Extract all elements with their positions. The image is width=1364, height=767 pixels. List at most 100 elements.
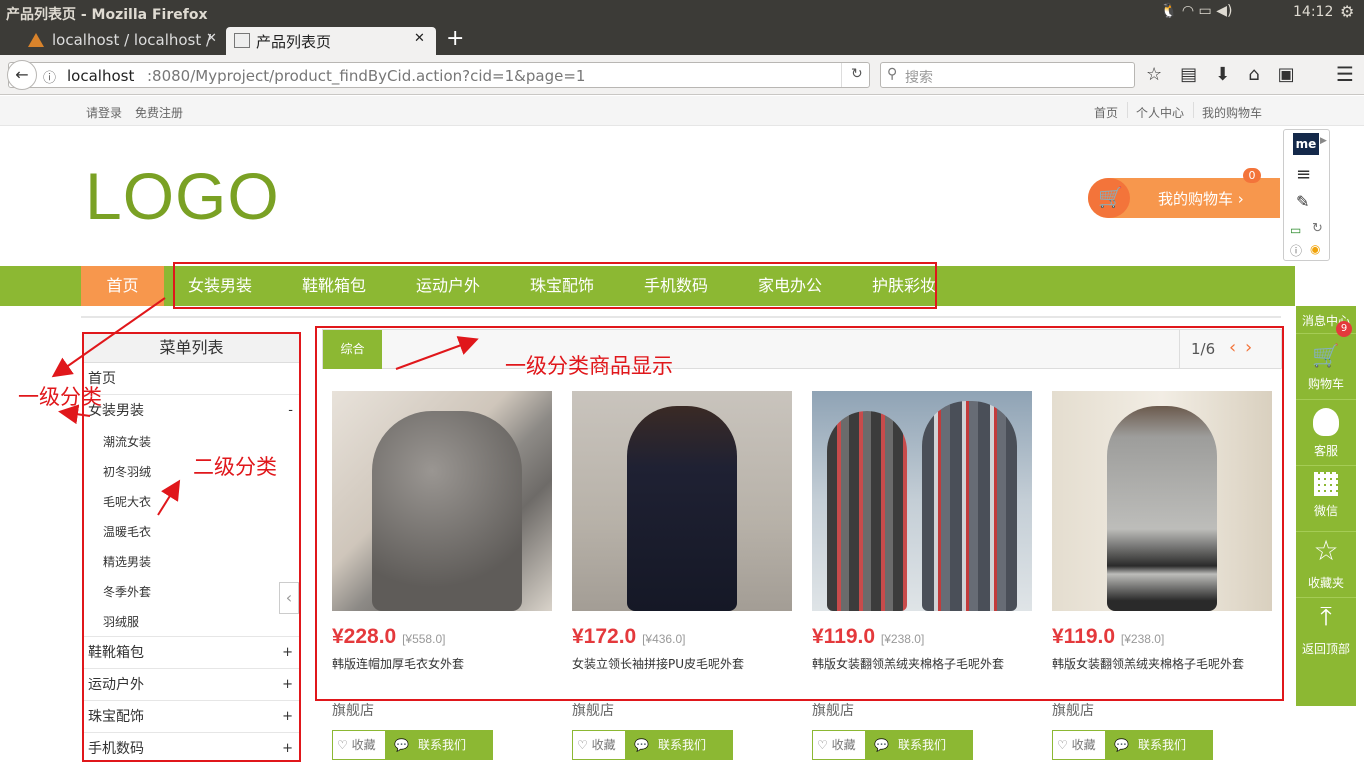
cast-icon[interactable]: ▭ <box>1290 223 1301 237</box>
button-label: 联系我们 <box>658 738 707 752</box>
qr-code-icon <box>1314 472 1338 496</box>
sidebar-service[interactable]: 客服 <box>1296 400 1356 466</box>
button-label: 联系我们 <box>418 738 467 752</box>
annotation-box-menu <box>82 332 301 762</box>
contact-button[interactable]: 💬 联系我们 <box>1106 730 1213 760</box>
window-title: 产品列表页 - Mozilla Firefox <box>6 7 208 23</box>
product-actions: ♡ 收藏 💬 联系我们 <box>332 730 552 760</box>
button-label: 收藏 <box>351 738 376 752</box>
shop-name: 旗舰店 <box>812 703 854 719</box>
refresh-icon[interactable]: ↻ <box>1312 221 1323 236</box>
login-link[interactable]: 请登录 <box>86 104 122 121</box>
tray-icons[interactable]: 🐧 ◠ ▭ ◀) <box>1160 3 1232 19</box>
new-tab-icon[interactable]: + <box>446 26 464 51</box>
button-label: 收藏 <box>1071 738 1096 752</box>
search-icon: ⚲ <box>887 66 898 82</box>
shop-name: 旗舰店 <box>332 703 374 719</box>
user-center-link[interactable]: 个人中心 <box>1136 104 1184 121</box>
chat-icon: 💬 <box>1114 738 1129 752</box>
button-label: 收藏 <box>831 738 856 752</box>
favorite-button[interactable]: ♡ 收藏 <box>332 730 386 760</box>
favorite-button[interactable]: ♡ 收藏 <box>1052 730 1106 760</box>
url-path: :8080/Myproject/product_findByCid.action… <box>147 67 586 85</box>
search-placeholder: 搜索 <box>905 70 933 86</box>
arrow-up-icon: ⤒ <box>1320 602 1332 632</box>
chat-icon: 💬 <box>634 738 649 752</box>
qq-icon <box>1313 408 1339 436</box>
gear-icon[interactable]: ⚙ <box>1340 2 1354 21</box>
register-link[interactable]: 免费注册 <box>135 104 183 121</box>
tab-label: localhost / localhost / <box>52 31 212 49</box>
sidebar-favorites[interactable]: ☆ 收藏夹 <box>1296 532 1356 598</box>
tab-label: 产品列表页 <box>256 33 332 51</box>
product-actions: ♡ 收藏 💬 联系我们 <box>572 730 792 760</box>
floating-sidebar: 消息中心 🛒 9 购物车 客服 微信 ☆ 收藏夹 ⤒ 返回顶部 <box>1296 306 1356 706</box>
annotation-box-products <box>315 326 1284 701</box>
cart-icon: 🛒 <box>1088 178 1130 218</box>
cart-count-badge: 0 <box>1243 168 1261 183</box>
divider <box>841 63 842 87</box>
cart-icon: 🛒 <box>1312 344 1340 369</box>
cart-count-badge: 9 <box>1336 321 1352 337</box>
cart-label: 我的购物车 › <box>1158 190 1244 208</box>
shop-name: 旗舰店 <box>572 703 614 719</box>
chat-icon: 💬 <box>394 738 409 752</box>
chat-icon: 💬 <box>874 738 889 752</box>
menu-icon[interactable]: ☰ <box>1336 62 1354 86</box>
divider <box>81 316 1281 318</box>
close-icon[interactable]: ✕ <box>414 31 425 46</box>
nav-home[interactable]: 首页 <box>81 266 164 306</box>
contact-button[interactable]: 💬 联系我们 <box>866 730 973 760</box>
annotation-secondary-category: 二级分类 <box>193 455 277 479</box>
phpmyadmin-icon <box>28 33 44 47</box>
home-link[interactable]: 首页 <box>1094 104 1118 121</box>
alert-icon[interactable]: ⓘ <box>1290 242 1302 259</box>
info-icon[interactable]: ⓘ <box>43 67 56 86</box>
divider <box>1193 102 1194 118</box>
eye-icon[interactable]: ◉ <box>1310 242 1320 256</box>
site-top-bar: 请登录 免费注册 首页 个人中心 我的购物车 <box>0 96 1364 126</box>
site-logo[interactable]: LOGO <box>85 158 280 234</box>
annotation-box-primary-nav <box>173 262 937 309</box>
sidebar-label: 客服 <box>1313 444 1338 458</box>
me-extension-icon[interactable]: me <box>1293 133 1319 155</box>
cart-button[interactable]: 🛒 我的购物车 › 0 <box>1088 168 1280 218</box>
search-input[interactable]: ⚲ 搜索 <box>880 62 1135 88</box>
hamburger-icon[interactable]: ≡ <box>1296 164 1311 185</box>
toolbar-icons[interactable]: ☆▤⬇⌂▣ <box>1146 64 1313 85</box>
button-label: 联系我们 <box>898 738 947 752</box>
contact-button[interactable]: 💬 联系我们 <box>386 730 493 760</box>
sidebar-label: 返回顶部 <box>1301 642 1350 656</box>
sidebar-label: 微信 <box>1313 504 1338 518</box>
divider <box>1127 102 1128 118</box>
sidebar-cart[interactable]: 🛒 9 购物车 <box>1296 321 1356 400</box>
star-icon: ☆ <box>1313 534 1339 567</box>
reload-icon[interactable]: ↻ <box>851 66 863 82</box>
url-host: localhost <box>67 67 135 85</box>
button-label: 收藏 <box>591 738 616 752</box>
magic-wand-icon[interactable]: ✎ <box>1296 192 1309 211</box>
annotation-primary-category: 一级分类 <box>18 385 102 409</box>
clock: 14:12 <box>1293 4 1334 20</box>
tab-product-list[interactable]: 产品列表页 ✕ <box>226 27 436 55</box>
my-cart-link[interactable]: 我的购物车 <box>1202 104 1262 121</box>
favorite-button[interactable]: ♡ 收藏 <box>572 730 626 760</box>
close-icon[interactable]: ✕ <box>206 31 217 46</box>
contact-button[interactable]: 💬 联系我们 <box>626 730 733 760</box>
url-bar[interactable]: ← ⓘ localhost :8080/Myproject/product_fi… <box>7 60 870 90</box>
sidebar-wechat[interactable]: 微信 <box>1296 466 1356 532</box>
back-to-top[interactable]: ⤒ 返回顶部 <box>1296 598 1356 664</box>
button-label: 联系我们 <box>1138 738 1187 752</box>
os-top-bar: 产品列表页 - Mozilla Firefox 🐧 ◠ ▭ ◀) 14:12 ⚙ <box>0 0 1364 25</box>
back-icon[interactable]: ← <box>7 60 37 90</box>
sidebar-label: 购物车 <box>1307 377 1344 391</box>
shop-name: 旗舰店 <box>1052 703 1094 719</box>
tab-phpmyadmin[interactable]: localhost / localhost / ✕ <box>6 27 221 55</box>
product-actions: ♡ 收藏 💬 联系我们 <box>1052 730 1272 760</box>
tab-bar: localhost / localhost / ✕ 产品列表页 ✕ + <box>0 25 1364 55</box>
page-icon <box>234 33 250 48</box>
annotation-product-display: 一级分类商品显示 <box>505 354 673 378</box>
sidebar-label: 收藏夹 <box>1307 576 1344 590</box>
favorite-button[interactable]: ♡ 收藏 <box>812 730 866 760</box>
extension-panel[interactable]: me ▶ ≡ ✎ ▭ ↻ ⓘ ◉ <box>1283 129 1330 261</box>
